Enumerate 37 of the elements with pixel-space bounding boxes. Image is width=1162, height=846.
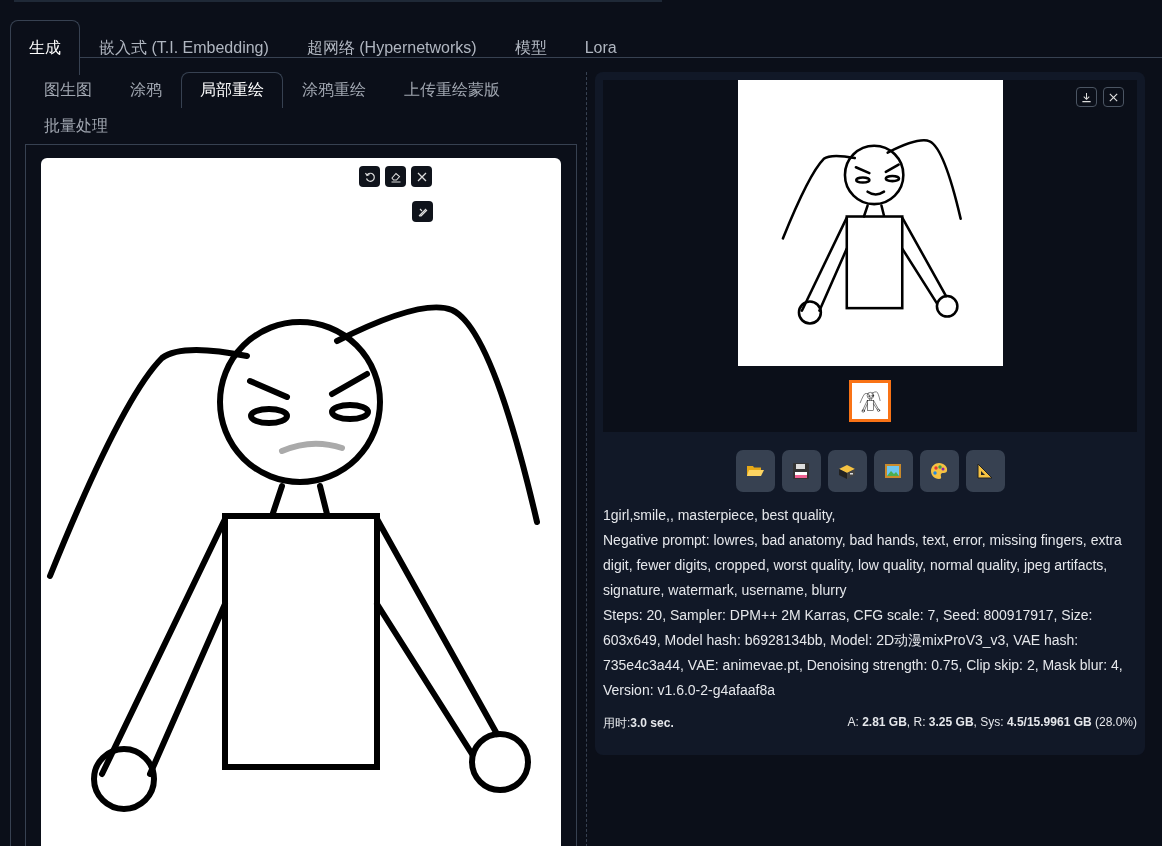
save-button[interactable] xyxy=(781,450,821,492)
open-folder-button[interactable] xyxy=(735,450,775,492)
send-to-extras-button[interactable] xyxy=(965,450,1005,492)
send-to-img2img-button[interactable] xyxy=(873,450,913,492)
undo-icon xyxy=(363,170,376,183)
main-tab[interactable]: 模型 xyxy=(495,20,566,75)
generation-info-text: Negative prompt: lowres, bad anatomy, bad hands, text, error, missing fingers, extra digit, fewer digits, cropped, worst quality, low quality, normal quality, jpeg artifacts, signature, watermark, username, blurry xyxy=(603,531,1123,600)
download-button[interactable] xyxy=(1076,87,1097,107)
main-tab[interactable]: Lora xyxy=(565,20,636,75)
time-taken-text: 用时:3.0 sec. xyxy=(603,715,674,732)
zip-button[interactable] xyxy=(827,450,867,492)
brush-button[interactable] xyxy=(412,201,433,222)
close-icon xyxy=(1108,91,1119,103)
sub-tab[interactable]: 批量处理 xyxy=(25,108,127,144)
generation-info-text: Steps: 20, Sampler: DPM++ 2M Karras, CFG scale: 7, Seed: 800917917, Size: 603x649, Model hash: b6928134bb, Model: 2D动漫mixProV3_v3, VAE hash: 735e4c3a44, VAE: animevae.pt, Denoising strength: 0.75, Clip skip: 2, Mask blur: 4, Version: v1.6.0-2-g4afaaf8a xyxy=(603,606,1124,700)
generation-info-text: 1girl,smile,, masterpiece, best quality, xyxy=(603,506,837,525)
memory-usage-text: A: 2.81 GB, R: 3.25 GB, Sys: 4.5/15.9961 GB (28.0%) xyxy=(847,715,1137,731)
sub-tab[interactable]: 图生图 xyxy=(25,72,111,108)
send-to-inpaint-button[interactable] xyxy=(919,450,959,492)
sub-tab[interactable]: 涂鸦 xyxy=(111,72,181,108)
palette-icon xyxy=(929,461,949,481)
main-tab[interactable]: 生成 xyxy=(10,20,80,75)
image-thumbnail[interactable] xyxy=(849,380,891,422)
sub-tab[interactable]: 涂鸦重绘 xyxy=(283,72,385,108)
main-tab[interactable]: 超网络 (Hypernetworks) xyxy=(287,20,496,75)
download-icon xyxy=(1081,91,1092,103)
framed-picture-icon xyxy=(883,461,903,481)
close-icon xyxy=(415,170,428,183)
eraser-icon xyxy=(389,170,402,183)
eraser-button[interactable] xyxy=(385,166,406,187)
close-button[interactable] xyxy=(411,166,432,187)
triangle-ruler-icon xyxy=(975,461,995,481)
sub-tab[interactable]: 局部重绘 xyxy=(181,72,283,108)
close-button[interactable] xyxy=(1103,87,1124,107)
undo-button[interactable] xyxy=(359,166,380,187)
main-tab[interactable]: 嵌入式 (T.I. Embedding) xyxy=(80,20,288,75)
sub-tab[interactable]: 上传重绘蒙版 xyxy=(385,72,519,108)
